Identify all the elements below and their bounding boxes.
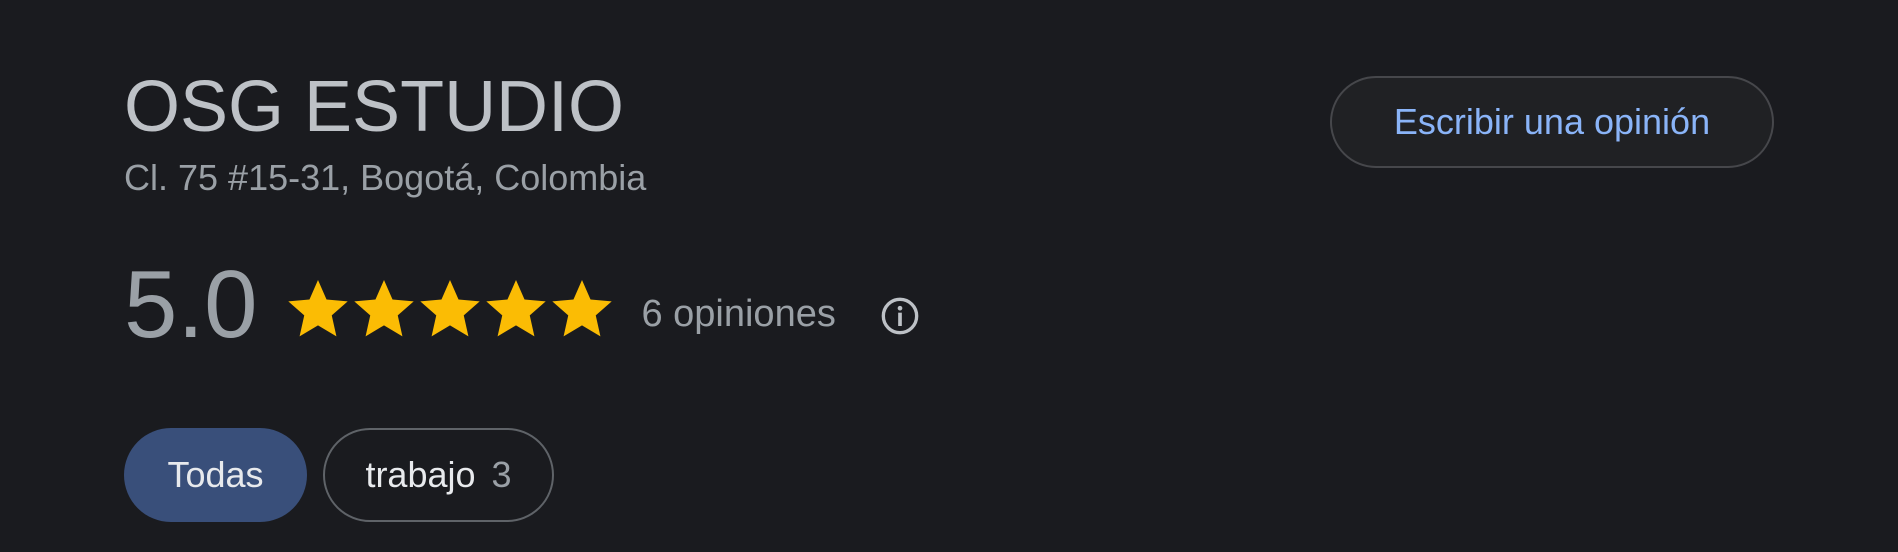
star-icon xyxy=(420,279,481,337)
info-circle-icon[interactable] xyxy=(880,296,920,336)
write-review-button[interactable]: Escribir una opinión xyxy=(1330,76,1774,168)
star-icon xyxy=(288,279,349,337)
filter-chip-todas[interactable]: Todas xyxy=(124,428,307,522)
filter-chip-count: 3 xyxy=(491,454,512,495)
filter-chip-label: Todas xyxy=(167,454,264,495)
place-title: OSG ESTUDIO xyxy=(124,67,625,147)
star-icon xyxy=(552,279,613,337)
reviews-panel: OSG ESTUDIO Cl. 75 #15-31, Bogotá, Colom… xyxy=(0,0,1898,552)
filter-chip-trabajo[interactable]: trabajo 3 xyxy=(323,428,554,522)
review-count-link[interactable]: 6 opiniones xyxy=(641,293,835,336)
write-review-label: Escribir una opinión xyxy=(1393,101,1711,142)
rating-summary: 5.0 6 opiniones xyxy=(124,250,836,360)
star-icon xyxy=(486,279,547,337)
star-rating xyxy=(285,275,615,341)
filter-chip-label: trabajo xyxy=(365,454,476,495)
rating-score: 5.0 xyxy=(124,251,258,358)
place-address: Cl. 75 #15-31, Bogotá, Colombia xyxy=(124,157,647,198)
star-icon xyxy=(354,279,415,337)
